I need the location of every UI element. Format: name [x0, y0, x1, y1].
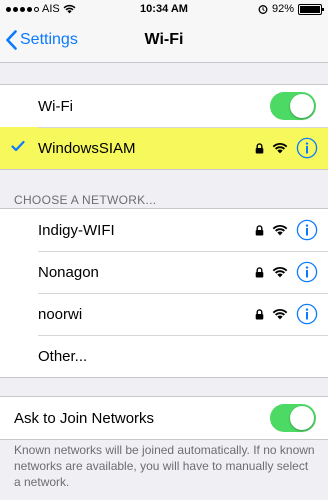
network-row[interactable]: Nonagon	[0, 251, 328, 293]
connected-network-row[interactable]: WindowsSIAM	[0, 127, 328, 169]
checkmark-icon	[11, 140, 25, 152]
status-right: 92%	[258, 3, 324, 15]
alarm-clock-icon	[258, 5, 268, 14]
wifi-signal-icon	[272, 142, 288, 154]
lock-icon	[255, 267, 264, 278]
connected-network-name: WindowsSIAM	[38, 139, 136, 157]
page-title: Wi-Fi	[144, 31, 184, 48]
wifi-group: Wi-Fi WindowsSIAM	[0, 84, 328, 170]
network-name: noorwi	[38, 305, 83, 323]
wifi-signal-icon	[272, 266, 288, 278]
wifi-toggle-row: Wi-Fi	[0, 85, 328, 127]
toggle-knob	[290, 406, 314, 430]
network-name: Indigy-WIFI	[38, 221, 115, 239]
info-icon[interactable]	[296, 303, 318, 325]
ask-join-footer: Known networks will be joined automatica…	[14, 443, 315, 489]
network-row[interactable]: noorwi	[0, 293, 328, 335]
wifi-label: Wi-Fi	[38, 97, 73, 115]
ask-join-group: Ask to Join Networks	[0, 396, 328, 440]
ask-join-toggle[interactable]	[270, 404, 316, 432]
info-icon[interactable]	[296, 137, 318, 159]
battery-icon	[298, 3, 324, 15]
battery-percent: 92%	[271, 3, 294, 15]
other-network-label: Other...	[38, 347, 88, 365]
lock-icon	[255, 143, 264, 154]
lock-icon	[255, 309, 264, 320]
network-row[interactable]: Indigy-WIFI	[0, 209, 328, 251]
other-network-row[interactable]: Other...	[0, 335, 328, 377]
ask-join-row: Ask to Join Networks	[0, 397, 328, 439]
toggle-knob	[290, 94, 314, 118]
network-name: Nonagon	[38, 263, 99, 281]
info-icon[interactable]	[296, 261, 318, 283]
status-bar: AIS 10:34 AM 92%	[0, 0, 328, 18]
wifi-toggle[interactable]	[270, 92, 316, 120]
section-header: CHOOSE A NETWORK...	[14, 193, 157, 207]
info-icon[interactable]	[296, 219, 318, 241]
wifi-signal-icon	[272, 224, 288, 236]
network-list: Indigy-WIFI Nonagon noorwi Other...	[0, 208, 328, 378]
wifi-signal-icon	[272, 308, 288, 320]
ask-join-label: Ask to Join Networks	[14, 409, 155, 427]
navigation-bar: Settings Wi-Fi	[0, 18, 328, 63]
lock-icon	[255, 225, 264, 236]
